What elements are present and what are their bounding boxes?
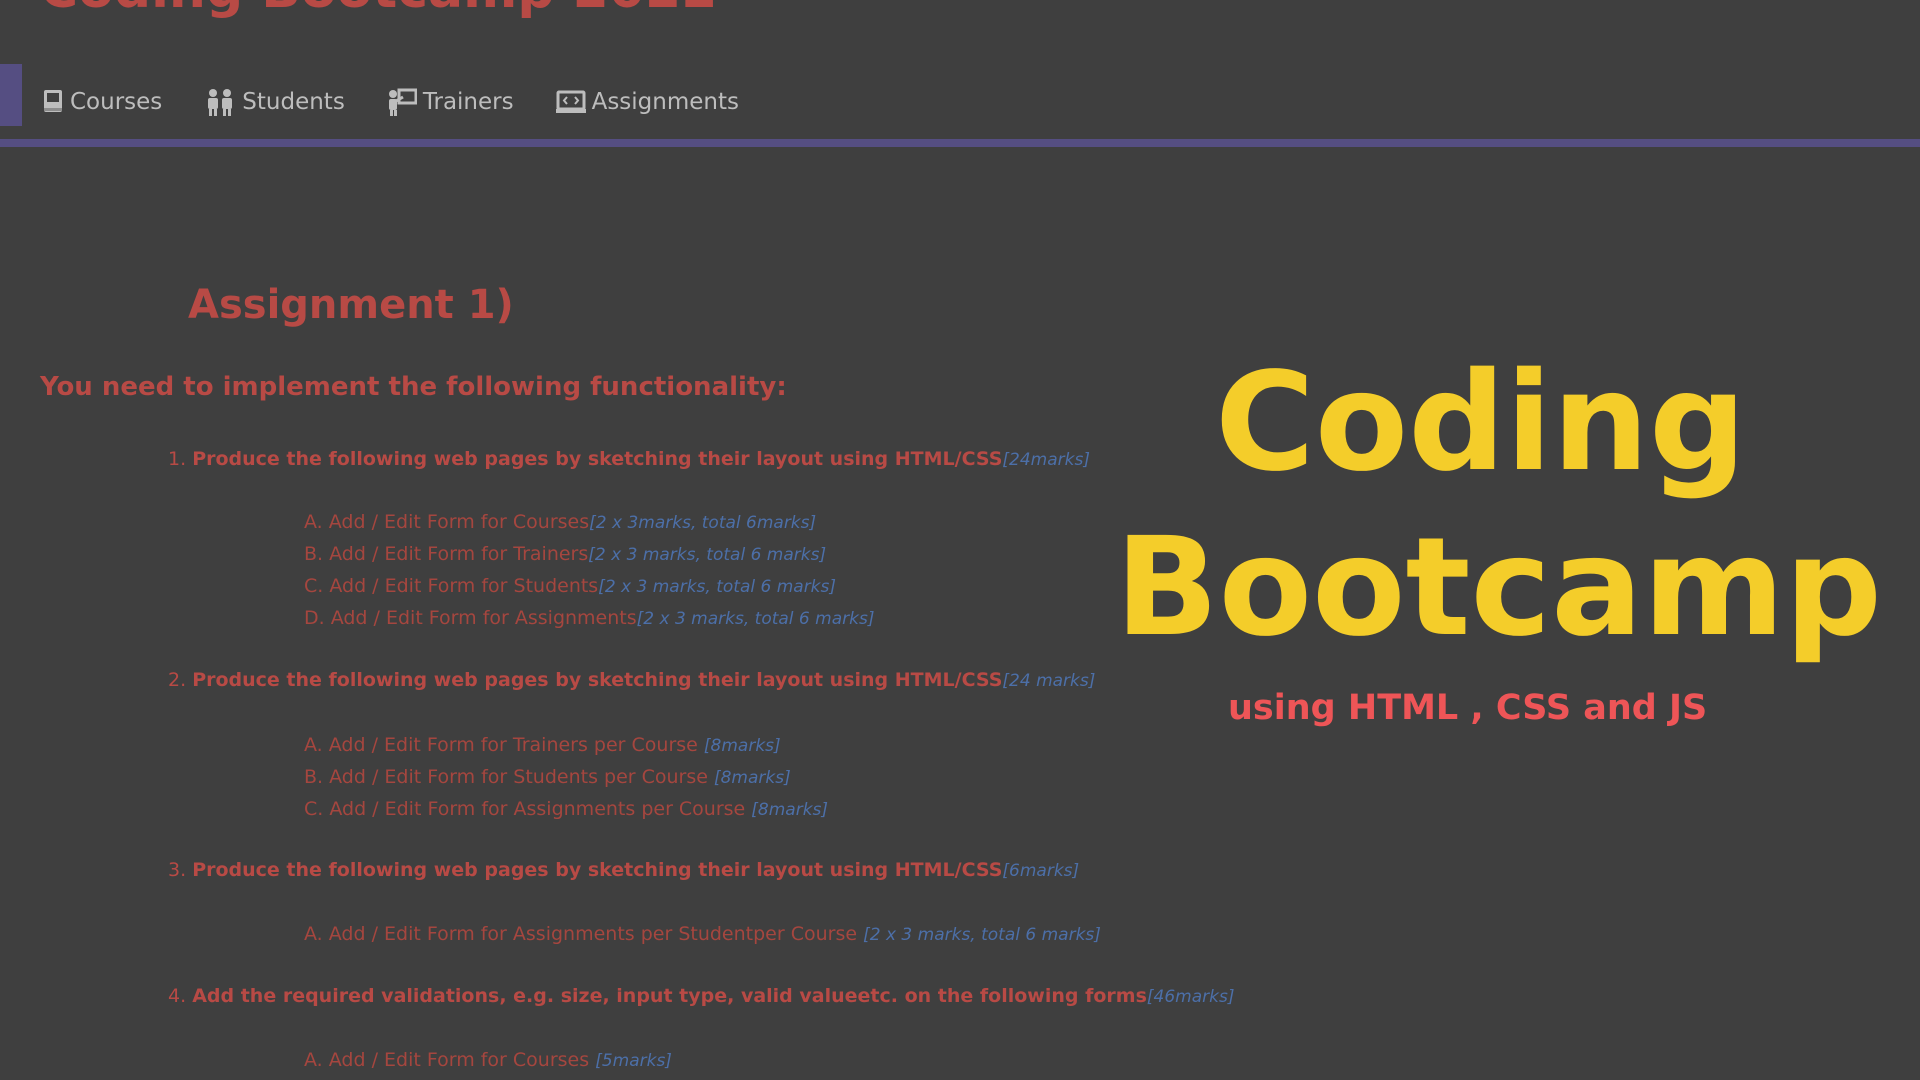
main-nav: Courses Students Trainers Assignments — [42, 82, 739, 122]
nav-item-label: Trainers — [422, 89, 514, 115]
sub-item: A. Add / Edit Form for Trainers per Cour… — [304, 734, 781, 756]
question-marks: [6marks] — [1002, 861, 1080, 881]
sub-item-marks: [8marks] — [751, 800, 829, 820]
nav-active-indicator — [0, 64, 22, 126]
sub-item-marks: [8marks] — [703, 736, 781, 756]
sub-item-text: A. Add / Edit Form for Courses — [304, 511, 590, 533]
sub-item: C. Add / Edit Form for Students[2 x 3 ma… — [304, 575, 836, 597]
question-text: Produce the following web pages by sketc… — [192, 859, 1003, 881]
sub-item: D. Add / Edit Form for Assignments[2 x 3… — [304, 607, 874, 629]
sub-item: B. Add / Edit Form for Trainers[2 x 3 ma… — [304, 543, 826, 565]
assignment-intro: You need to implement the following func… — [40, 372, 787, 402]
trainer-icon — [387, 88, 417, 116]
question-number: 3. — [168, 859, 187, 881]
sub-item-text: B. Add / Edit Form for Students per Cour… — [304, 766, 714, 788]
book-icon — [42, 89, 64, 115]
question-number: 2. — [168, 669, 187, 691]
nav-item-label: Students — [242, 89, 345, 115]
page: Coding Bootcamp 2022 Courses — [0, 0, 1920, 1080]
question-number: 1. — [168, 448, 187, 470]
nav-item-label: Assignments — [591, 89, 739, 115]
sub-item-text: C. Add / Edit Form for Students — [304, 575, 599, 597]
question-item: 1. Produce the following web pages by sk… — [168, 448, 1090, 470]
sub-item-marks: [5marks] — [595, 1051, 672, 1071]
nav-item-assignments[interactable]: Assignments — [555, 89, 739, 115]
question-marks: [46marks] — [1146, 987, 1235, 1007]
question-item: 4. Add the required validations, e.g. si… — [168, 985, 1234, 1007]
sub-item-text: C. Add / Edit Form for Assignments per C… — [304, 798, 752, 820]
site-title: Coding Bootcamp 2022 — [40, 0, 717, 20]
sub-item-text: B. Add / Edit Form for Trainers — [304, 543, 589, 565]
sub-item-marks: [8marks] — [713, 768, 791, 788]
promo-title-line1: Coding — [1215, 344, 1747, 502]
sub-item: C. Add / Edit Form for Assignments per C… — [304, 798, 828, 820]
sub-item: A. Add / Edit Form for Assignments per S… — [304, 923, 1101, 945]
students-icon — [204, 88, 236, 116]
promo-title-line2: Bootcamp — [1115, 509, 1882, 667]
sub-item-marks: [2 x 3 marks, total 6 marks] — [636, 609, 875, 629]
question-marks: [24marks] — [1002, 450, 1090, 470]
question-text: Add the required validations, e.g. size,… — [192, 985, 1147, 1007]
question-text: Produce the following web pages by sketc… — [192, 669, 1003, 691]
question-text: Produce the following web pages by sketc… — [192, 448, 1003, 470]
sub-item-text: A. Add / Edit Form for Assignments per S… — [304, 923, 864, 945]
assignment-title: Assignment 1) — [188, 282, 514, 328]
sub-item-marks: [2 x 3 marks, total 6 marks] — [588, 545, 827, 565]
question-item: 2. Produce the following web pages by sk… — [168, 669, 1095, 691]
question-item: 3. Produce the following web pages by sk… — [168, 859, 1079, 881]
promo-subtitle: using HTML , CSS and JS — [1228, 688, 1708, 728]
sub-item-marks: [2 x 3marks, total 6marks] — [589, 513, 817, 533]
question-number: 4. — [168, 985, 187, 1007]
nav-item-courses[interactable]: Courses — [42, 89, 162, 115]
nav-item-students[interactable]: Students — [204, 88, 345, 116]
sub-item-text: A. Add / Edit Form for Trainers per Cour… — [304, 734, 704, 756]
nav-item-trainers[interactable]: Trainers — [387, 88, 514, 116]
sub-item: A. Add / Edit Form for Courses[2 x 3mark… — [304, 511, 816, 533]
sub-item: B. Add / Edit Form for Students per Cour… — [304, 766, 791, 788]
sub-item-text: A. Add / Edit Form for Courses — [304, 1049, 596, 1071]
assignment-icon — [555, 90, 586, 114]
sub-item-text: D. Add / Edit Form for Assignments — [304, 607, 637, 629]
nav-item-label: Courses — [70, 89, 163, 115]
sub-item: A. Add / Edit Form for Courses [5marks] — [304, 1049, 672, 1071]
sub-item-marks: [2 x 3 marks, total 6 marks] — [863, 925, 1101, 945]
nav-divider — [0, 139, 1920, 147]
question-marks: [24 marks] — [1002, 671, 1096, 691]
sub-item-marks: [2 x 3 marks, total 6 marks] — [598, 577, 837, 597]
